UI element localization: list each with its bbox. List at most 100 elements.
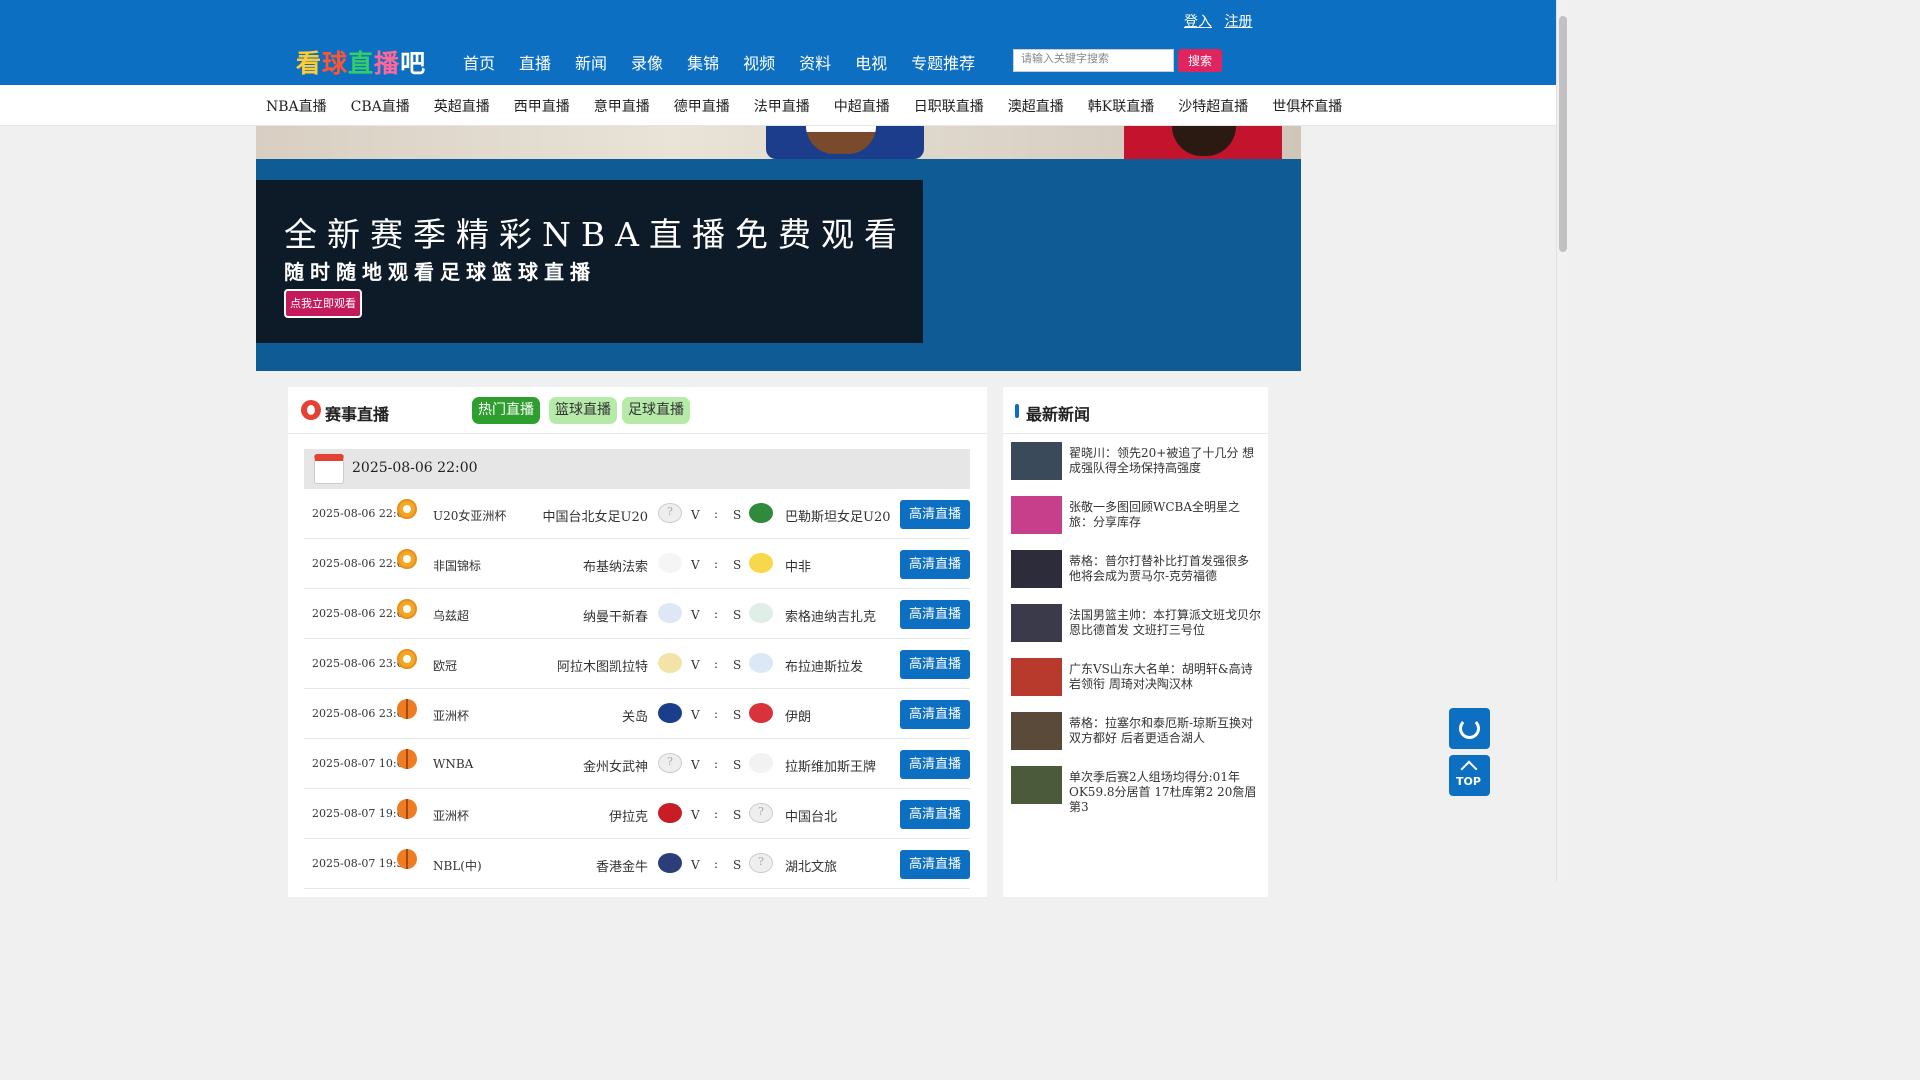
news-item[interactable]: 翟晓川：领先20+被追了十几分 想成强队得全场保持高强度 [1011,442,1261,482]
vs-s: S [733,608,742,622]
league-kleague[interactable]: 韩K联直播 [1088,96,1154,116]
away-team: 中国台北 [785,810,838,825]
top-header: 登入 注册 看球直播吧 首页 直播 新闻 录像 集锦 视频 资料 电视 专题推荐… [0,0,1556,85]
home-team-logo-icon [658,853,682,873]
news-item[interactable]: 广东VS山东大名单：胡明轩&高诗岩领衔 周琦对决陶汉林 [1011,658,1261,698]
news-thumbnail[interactable] [1011,658,1062,696]
nav-highlights[interactable]: 集锦 [687,50,719,74]
hd-live-button[interactable]: 高清直播 [900,800,970,829]
home-team: 纳曼干新春 [582,610,648,625]
nav-replay[interactable]: 录像 [631,50,663,74]
news-title[interactable]: 法国男篮主帅：本打算派文班戈贝尔恩比德首发 文班打三号位 [1069,608,1261,638]
news-title[interactable]: 蒂格：普尔打替补比打首发强很多 他将会成为贾马尔-克劳福德 [1069,554,1261,584]
tab-football-live[interactable]: 足球直播 [622,397,690,424]
league-cba[interactable]: CBA直播 [351,96,410,116]
soccer-ball-icon [397,599,417,619]
fire-icon [301,400,321,420]
vs-v: V [691,658,700,672]
vs-colon: : [714,657,719,671]
league-epl[interactable]: 英超直播 [434,96,490,116]
vs-s: S [733,658,742,672]
news-thumbnail[interactable] [1011,496,1062,534]
news-title[interactable]: 张敬一多图回顾WCBA全明星之旅：分享库存 [1069,500,1261,530]
match-league[interactable]: 非国锦标 [433,557,481,574]
match-league[interactable]: U20女亚洲杯 [433,507,506,524]
league-laliga[interactable]: 西甲直播 [514,96,570,116]
news-title[interactable]: 蒂格：拉塞尔和泰厄斯-琼斯互换对双方都好 后者更适合湖人 [1069,716,1261,746]
match-row: 2025-08-06 22:00 U20女亚洲杯 中国台北女足U20 V: S 巴勒斯坦女… [304,489,970,539]
match-row: 2025-08-07 19:00 亚洲杯 伊拉克 V: S 中国台北 高清直播 [304,789,970,839]
tab-hot-live[interactable]: 热门直播 [472,397,540,424]
news-thumbnail[interactable] [1011,442,1062,480]
basketball-icon [397,849,417,869]
away-team-logo-icon [749,753,773,773]
promo-banner[interactable]: 全新赛季精彩NBA直播免费观看 随时随地观看足球篮球直播 点我立即观看 [256,126,1301,371]
league-ligue1[interactable]: 法甲直播 [754,96,810,116]
match-league[interactable]: WNBA [433,757,473,771]
page-scrollbar[interactable] [1556,0,1568,882]
news-item[interactable]: 蒂格：拉塞尔和泰厄斯-琼斯互换对双方都好 后者更适合湖人 [1011,712,1261,752]
match-league[interactable]: NBL(中) [433,857,482,874]
nav-news[interactable]: 新闻 [575,50,607,74]
league-nba[interactable]: NBA直播 [266,96,327,116]
news-item[interactable]: 张敬一多图回顾WCBA全明星之旅：分享库存 [1011,496,1261,536]
hd-live-button[interactable]: 高清直播 [900,600,970,629]
soccer-ball-icon [397,549,417,569]
match-league[interactable]: 亚洲杯 [433,707,469,724]
news-thumbnail[interactable] [1011,550,1062,588]
hd-live-button[interactable]: 高清直播 [900,750,970,779]
away-team-logo-icon [749,703,773,723]
league-seriea[interactable]: 意甲直播 [594,96,650,116]
search-button[interactable]: 搜索 [1178,49,1222,72]
news-thumbnail[interactable] [1011,604,1062,642]
nav-video[interactable]: 视频 [743,50,775,74]
league-csl[interactable]: 中超直播 [834,96,890,116]
back-to-top-button[interactable]: TOP [1449,755,1490,796]
nav-home[interactable]: 首页 [463,50,495,74]
site-logo[interactable]: 看球直播吧 [296,44,426,80]
logo-char: 直 [348,49,375,78]
away-team: 中非 [785,560,812,575]
news-title[interactable]: 广东VS山东大名单：胡明轩&高诗岩领衔 周琦对决陶汉林 [1069,662,1261,692]
news-item[interactable]: 单次季后赛2人组场均得分:01年OK59.8分居首 17杜库第2 20詹眉第3 [1011,766,1261,814]
news-item[interactable]: 法国男篮主帅：本打算派文班戈贝尔恩比德首发 文班打三号位 [1011,604,1261,644]
match-time: 2025-08-06 23:00 [312,657,411,670]
register-link[interactable]: 注册 [1224,14,1252,30]
league-saudi[interactable]: 沙特超直播 [1178,96,1248,116]
nav-live[interactable]: 直播 [519,50,551,74]
tab-basketball-live[interactable]: 篮球直播 [549,397,617,424]
news-title[interactable]: 翟晓川：领先20+被追了十几分 想成强队得全场保持高强度 [1069,446,1261,476]
search-input[interactable]: 请输入关键字搜索 [1013,49,1174,72]
watch-now-button[interactable]: 点我立即观看 [284,289,362,318]
match-league[interactable]: 欧冠 [433,657,457,674]
league-aleague[interactable]: 澳超直播 [1008,96,1064,116]
nav-data[interactable]: 资料 [799,50,831,74]
match-row: 2025-08-06 23:00 亚洲杯 关岛 V: S 伊朗 高清直播 [304,689,970,739]
home-team: 伊拉克 [608,810,648,825]
hd-live-button[interactable]: 高清直播 [900,650,970,679]
vs-v: V [691,608,700,622]
nav-featured[interactable]: 专题推荐 [911,50,975,74]
news-thumbnail[interactable] [1011,766,1062,804]
home-team-logo-icon [658,753,682,773]
refresh-button[interactable] [1449,708,1490,749]
vs-v: V [691,858,700,872]
login-link[interactable]: 登入 [1184,14,1212,30]
match-league[interactable]: 乌兹超 [433,607,469,624]
league-jleague[interactable]: 日职联直播 [914,96,984,116]
away-team-logo-icon [749,503,773,523]
latest-news-panel: 最新新闻 翟晓川：领先20+被追了十几分 想成强队得全场保持高强度 张敬一多图回顾… [1003,387,1268,897]
hd-live-button[interactable]: 高清直播 [900,700,970,729]
news-thumbnail[interactable] [1011,712,1062,750]
league-bundesliga[interactable]: 德甲直播 [674,96,730,116]
news-item[interactable]: 蒂格：普尔打替补比打首发强很多 他将会成为贾马尔-克劳福德 [1011,550,1261,590]
hd-live-button[interactable]: 高清直播 [900,850,970,879]
league-clubworldcup[interactable]: 世俱杯直播 [1272,96,1342,116]
nav-tv[interactable]: 电视 [855,50,887,74]
vs-colon: : [714,557,719,571]
hd-live-button[interactable]: 高清直播 [900,500,970,529]
match-league[interactable]: 亚洲杯 [433,807,469,824]
news-title[interactable]: 单次季后赛2人组场均得分:01年OK59.8分居首 17杜库第2 20詹眉第3 [1069,770,1261,815]
hd-live-button[interactable]: 高清直播 [900,550,970,579]
scrollbar-thumb[interactable] [1559,16,1567,252]
